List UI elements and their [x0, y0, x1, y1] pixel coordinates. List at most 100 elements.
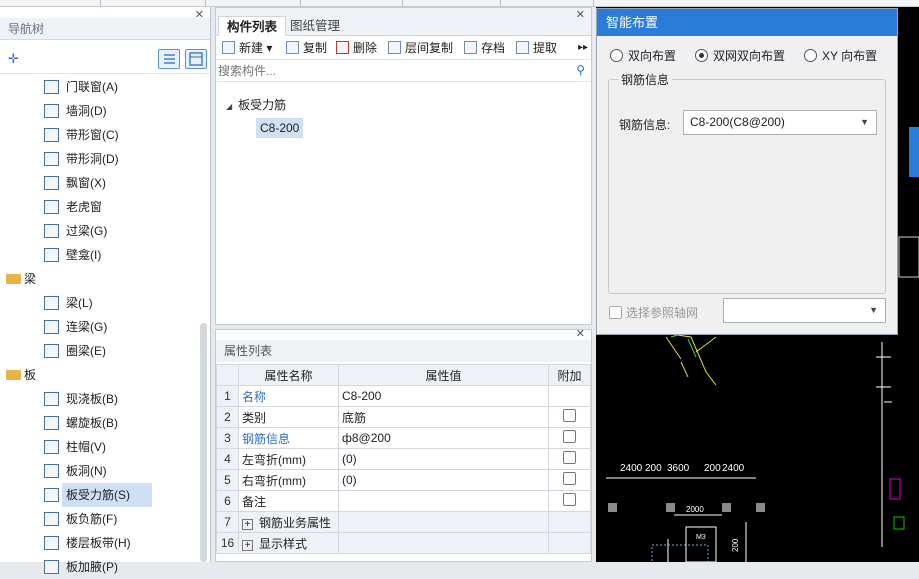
row-number: 16 — [216, 532, 239, 554]
property-value[interactable] — [338, 532, 549, 554]
property-extra[interactable] — [548, 427, 591, 449]
nav-item[interactable]: 板加腋(P) — [0, 555, 200, 579]
nav-item[interactable]: 壁龛(I) — [0, 243, 200, 267]
expand-icon[interactable]: + — [242, 518, 253, 530]
nav-item[interactable]: 飘窗(X) — [0, 171, 200, 195]
property-name: 名称 — [238, 385, 339, 407]
nav-item[interactable]: 门联窗(A) — [0, 75, 200, 99]
property-extra[interactable] — [548, 469, 591, 491]
expand-icon[interactable]: + — [242, 539, 253, 551]
delete-button[interactable]: 删除 — [336, 40, 377, 56]
radio-xy[interactable]: XY 向布置 — [804, 47, 877, 64]
prop-close-icon[interactable]: ✕ — [576, 327, 585, 340]
property-value[interactable] — [338, 490, 549, 512]
axis-select[interactable]: ▼ — [723, 298, 886, 323]
component-icon — [44, 512, 59, 526]
card-view-button[interactable] — [185, 49, 207, 69]
nav-item[interactable]: 梁(L) — [0, 291, 200, 315]
nav-tree: 门联窗(A) 墙洞(D) 带形窗(C) 带形洞(D) 飘窗(X) 老虎窗 过梁(G) 壁龛(I… — [0, 75, 200, 579]
nav-item[interactable]: 板洞(N) — [0, 459, 200, 483]
comp-close-icon[interactable]: ✕ — [576, 8, 585, 21]
rebar-info-select[interactable]: C8-200(C8@200) ▼ — [683, 110, 877, 135]
nav-group[interactable]: 梁 — [0, 267, 200, 291]
new-button[interactable]: 新建 ▾ — [222, 40, 272, 56]
component-icon — [44, 440, 59, 454]
property-value[interactable]: (0) — [338, 448, 549, 470]
property-value[interactable] — [338, 511, 549, 533]
nav-item[interactable]: 楼层板带(H) — [0, 531, 200, 555]
property-value[interactable]: (0) — [338, 469, 549, 491]
property-row[interactable]: 5 右弯折(mm) (0) — [216, 469, 591, 491]
property-value[interactable]: ф8@200 — [338, 427, 549, 449]
axis-checkbox[interactable]: 选择参照轴网 — [609, 304, 698, 321]
checkbox-icon[interactable] — [563, 472, 576, 485]
top-strip — [0, 0, 919, 7]
checkbox-icon[interactable] — [563, 493, 576, 506]
property-extra[interactable] — [548, 448, 591, 470]
checkbox-icon[interactable] — [563, 451, 576, 464]
collapse-icon[interactable]: ◢ — [226, 102, 232, 111]
property-row[interactable]: 1 名称 C8-200 — [216, 385, 591, 407]
row-number: 4 — [216, 448, 239, 470]
checkbox-icon[interactable] — [563, 409, 576, 422]
nav-item-label: 圈梁(E) — [66, 344, 106, 358]
nav-item[interactable]: 柱帽(V) — [0, 435, 200, 459]
property-value[interactable]: 底筋 — [338, 406, 549, 428]
dim-text-3: 3600 — [667, 463, 690, 474]
property-row[interactable]: 7 + 钢筋业务属性 — [216, 511, 591, 533]
nav-toolbar: ✛ — [0, 44, 210, 74]
property-row[interactable]: 4 左弯折(mm) (0) — [216, 448, 591, 470]
extract-button[interactable]: 提取 — [516, 40, 557, 56]
property-extra[interactable] — [548, 532, 591, 554]
checkbox-icon[interactable] — [563, 430, 576, 443]
property-name: 左弯折(mm) — [238, 448, 339, 470]
nav-item[interactable]: 带形窗(C) — [0, 123, 200, 147]
radio-double-net[interactable]: 双网双向布置 — [695, 47, 785, 64]
new-icon — [222, 41, 235, 54]
nav-item-label: 梁(L) — [66, 296, 93, 310]
nav-item[interactable]: 带形洞(D) — [0, 147, 200, 171]
pin-icon[interactable]: ✛ — [8, 51, 19, 67]
nav-item[interactable]: 老虎窗 — [0, 195, 200, 219]
nav-item[interactable]: 连梁(G) — [0, 315, 200, 339]
component-icon — [44, 296, 59, 310]
nav-item[interactable]: 过梁(G) — [0, 219, 200, 243]
copy-button[interactable]: 复制 — [286, 40, 327, 56]
property-row[interactable]: 2 类别 底筋 — [216, 406, 591, 428]
property-extra[interactable] — [548, 406, 591, 428]
tree-item-c8-200[interactable]: C8-200 — [256, 118, 304, 138]
nav-item[interactable]: 现浇板(B) — [0, 387, 200, 411]
property-value[interactable]: C8-200 — [338, 385, 549, 407]
nav-item[interactable]: 圈梁(E) — [0, 339, 200, 363]
property-extra[interactable] — [548, 511, 591, 533]
nav-item[interactable]: 螺旋板(B) — [0, 411, 200, 435]
nav-item-label: 现浇板(B) — [66, 392, 118, 406]
chevron-down-icon: ▼ — [869, 305, 878, 315]
tab-component-list[interactable]: 构件列表 — [218, 16, 287, 36]
floor-copy-button[interactable]: 层间复制 — [388, 40, 453, 56]
search-icon[interactable]: ⚲ — [576, 63, 585, 77]
row-number: 7 — [216, 511, 239, 533]
nav-item[interactable]: 板受力筋(S) — [0, 483, 200, 507]
property-row[interactable]: 6 备注 — [216, 490, 591, 512]
archive-icon — [464, 41, 477, 54]
search-input[interactable] — [218, 62, 558, 80]
nav-item[interactable]: 墙洞(D) — [0, 99, 200, 123]
nav-item[interactable]: 板负筋(F) — [0, 507, 200, 531]
tree-root[interactable]: ◢ 板受力筋 — [226, 96, 286, 113]
tab-drawing-management[interactable]: 图纸管理 — [282, 16, 348, 36]
component-icon — [44, 464, 59, 478]
property-row[interactable]: 3 钢筋信息 ф8@200 — [216, 427, 591, 449]
radio-bidirectional[interactable]: 双向布置 — [610, 47, 676, 64]
archive-button[interactable]: 存档 — [464, 40, 505, 56]
component-icon — [44, 200, 59, 214]
list-view-button[interactable] — [158, 49, 180, 69]
property-name: 钢筋信息 — [238, 427, 339, 449]
property-extra[interactable] — [548, 490, 591, 512]
more-icon[interactable]: ▸▸ — [578, 40, 588, 56]
nav-group[interactable]: 板 — [0, 363, 200, 387]
component-icon — [44, 224, 59, 238]
nav-scrollbar[interactable] — [200, 323, 207, 562]
property-row[interactable]: 16 + 显示样式 — [216, 532, 591, 554]
property-extra[interactable] — [548, 385, 591, 407]
